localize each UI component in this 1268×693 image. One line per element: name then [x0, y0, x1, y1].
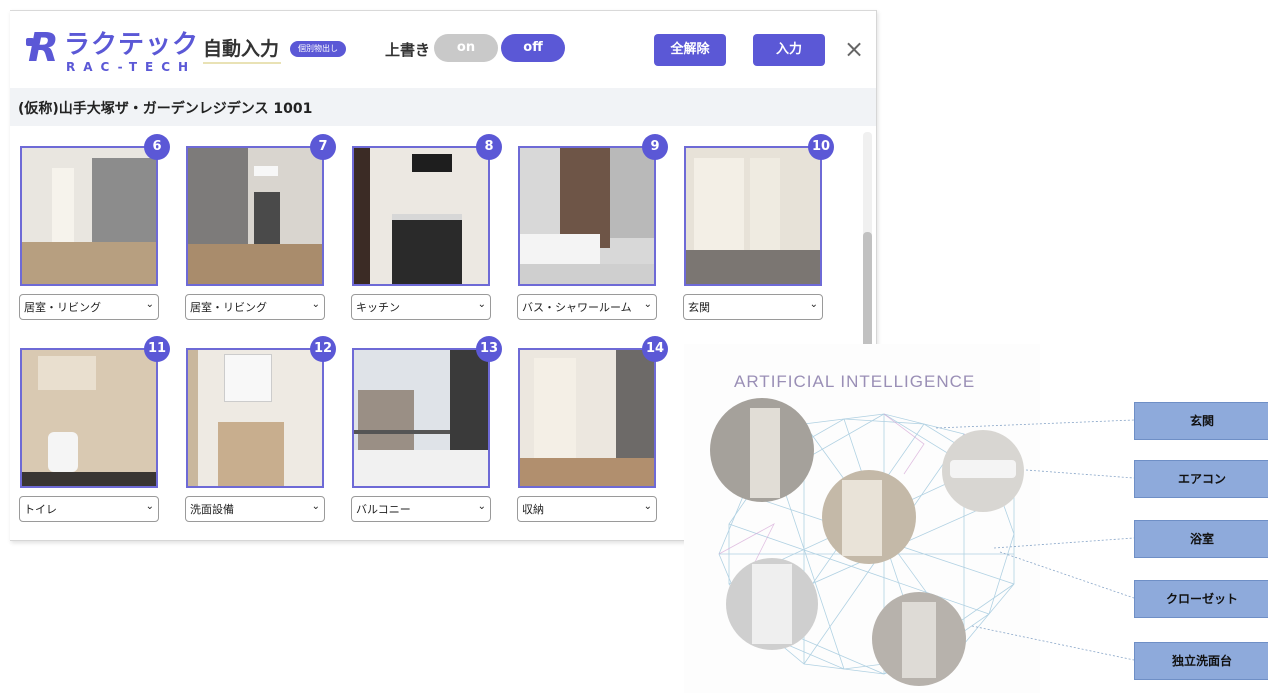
- ai-title: ARTIFICIAL INTELLIGENCE: [734, 372, 976, 391]
- room-photo-entrance[interactable]: [684, 146, 822, 286]
- chevron-down-icon: ⌄: [477, 299, 486, 310]
- bathroom-circle-image: [872, 592, 966, 686]
- photo-number-badge: 9: [642, 134, 668, 160]
- category-value: トイレ: [24, 503, 57, 516]
- room-photo-storage[interactable]: [518, 348, 656, 488]
- aircon-circle-image: [942, 430, 1024, 512]
- label-closet: クローゼット: [1134, 580, 1268, 618]
- chevron-down-icon: ⌄: [311, 299, 320, 310]
- photo-number-badge: 8: [476, 134, 502, 160]
- close-icon[interactable]: ×: [844, 36, 864, 62]
- room-photo-kitchen[interactable]: [352, 146, 490, 286]
- label-aircon: エアコン: [1134, 460, 1268, 498]
- category-value: キッチン: [356, 301, 400, 314]
- photo-number-badge: 10: [808, 134, 834, 160]
- chevron-down-icon: ⌄: [643, 501, 652, 512]
- ai-diagram: ARTIFICIAL INTELLIGENCE: [684, 344, 1040, 693]
- category-select[interactable]: キッチン ⌄: [351, 294, 491, 320]
- overwrite-on-toggle[interactable]: on: [434, 34, 498, 62]
- category-select[interactable]: 収納 ⌄: [517, 496, 657, 522]
- logo-symbol: R: [28, 25, 59, 71]
- category-select[interactable]: バルコニー ⌄: [351, 496, 491, 522]
- scrollbar-thumb[interactable]: [863, 232, 872, 352]
- washstand-circle-image: [726, 558, 818, 650]
- label-washstand: 独立洗面台: [1134, 642, 1268, 680]
- category-select[interactable]: 洗面設備 ⌄: [185, 496, 325, 522]
- chevron-down-icon: ⌄: [145, 501, 154, 512]
- panel-header: R ラクテック RAC-TECH 自動入力 個別物出し 上書き on off 全…: [10, 10, 876, 88]
- category-value: 玄関: [688, 301, 710, 314]
- overwrite-label: 上書き: [385, 41, 431, 59]
- chevron-down-icon: ⌄: [809, 299, 818, 310]
- title-underline: [203, 62, 281, 64]
- room-photo-balcony[interactable]: [352, 348, 490, 488]
- logo-japanese: ラクテック: [64, 30, 200, 60]
- category-select[interactable]: 居室・リビング ⌄: [185, 294, 325, 320]
- category-value: 居室・リビング: [190, 301, 267, 314]
- category-select[interactable]: 玄関 ⌄: [683, 294, 823, 320]
- category-select[interactable]: 居室・リビング ⌄: [19, 294, 159, 320]
- category-value: 洗面設備: [190, 503, 234, 516]
- photo-number-badge: 6: [144, 134, 170, 160]
- input-button[interactable]: 入力: [753, 34, 825, 66]
- photo-number-badge: 13: [476, 336, 502, 362]
- rac-tech-logo: R ラクテック RAC-TECH: [26, 25, 208, 80]
- room-photo-bathroom[interactable]: [518, 146, 656, 286]
- chevron-down-icon: ⌄: [643, 299, 652, 310]
- property-bar: (仮称)山手大塚ザ・ガーデンレジデンス 1001: [10, 88, 876, 126]
- overwrite-off-toggle[interactable]: off: [501, 34, 565, 62]
- room-photo-washroom[interactable]: [186, 348, 324, 488]
- category-value: 居室・リビング: [24, 301, 101, 314]
- mode-badge: 個別物出し: [290, 41, 346, 57]
- app-title: 自動入力: [203, 38, 280, 60]
- room-photo-living[interactable]: [20, 146, 158, 286]
- category-value: バス・シャワールーム: [522, 301, 632, 314]
- label-entrance: 玄関: [1134, 402, 1268, 440]
- photo-number-badge: 11: [144, 336, 170, 362]
- category-select[interactable]: バス・シャワールーム ⌄: [517, 294, 657, 320]
- entrance-circle-image: [710, 398, 814, 502]
- property-name: (仮称)山手大塚ザ・ガーデンレジデンス 1001: [18, 101, 313, 117]
- category-select[interactable]: トイレ ⌄: [19, 496, 159, 522]
- photo-number-badge: 7: [310, 134, 336, 160]
- chevron-down-icon: ⌄: [477, 501, 486, 512]
- logo-english: RAC-TECH: [66, 60, 197, 74]
- room-photo-toilet[interactable]: [20, 348, 158, 488]
- label-bathroom: 浴室: [1134, 520, 1268, 558]
- room-photo-living[interactable]: [186, 146, 324, 286]
- photo-number-badge: 12: [310, 336, 336, 362]
- chevron-down-icon: ⌄: [311, 501, 320, 512]
- closet-circle-image: [822, 470, 916, 564]
- category-value: 収納: [522, 503, 544, 516]
- category-value: バルコニー: [356, 503, 411, 516]
- chevron-down-icon: ⌄: [145, 299, 154, 310]
- photo-number-badge: 14: [642, 336, 668, 362]
- clear-all-button[interactable]: 全解除: [654, 34, 726, 66]
